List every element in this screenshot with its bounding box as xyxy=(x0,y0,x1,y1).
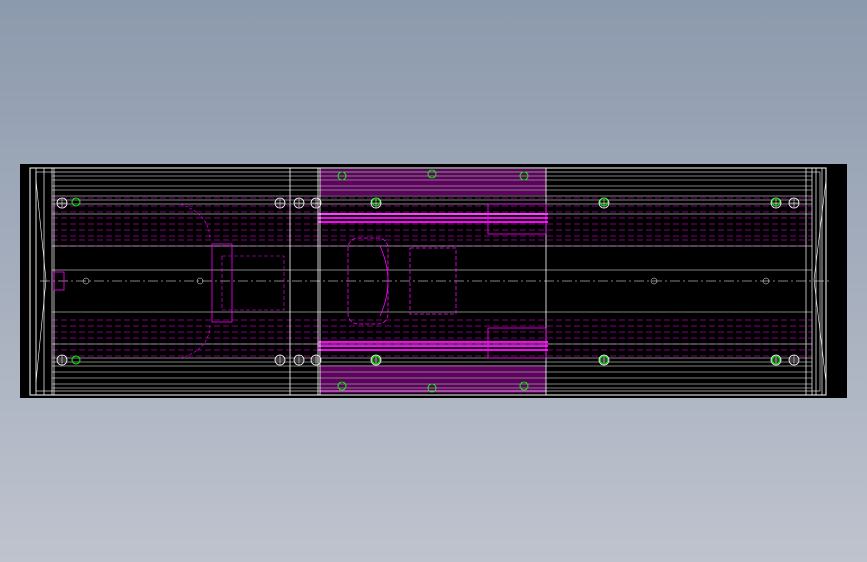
cad-viewport[interactable] xyxy=(0,0,867,562)
cad-drawing[interactable] xyxy=(0,0,867,562)
